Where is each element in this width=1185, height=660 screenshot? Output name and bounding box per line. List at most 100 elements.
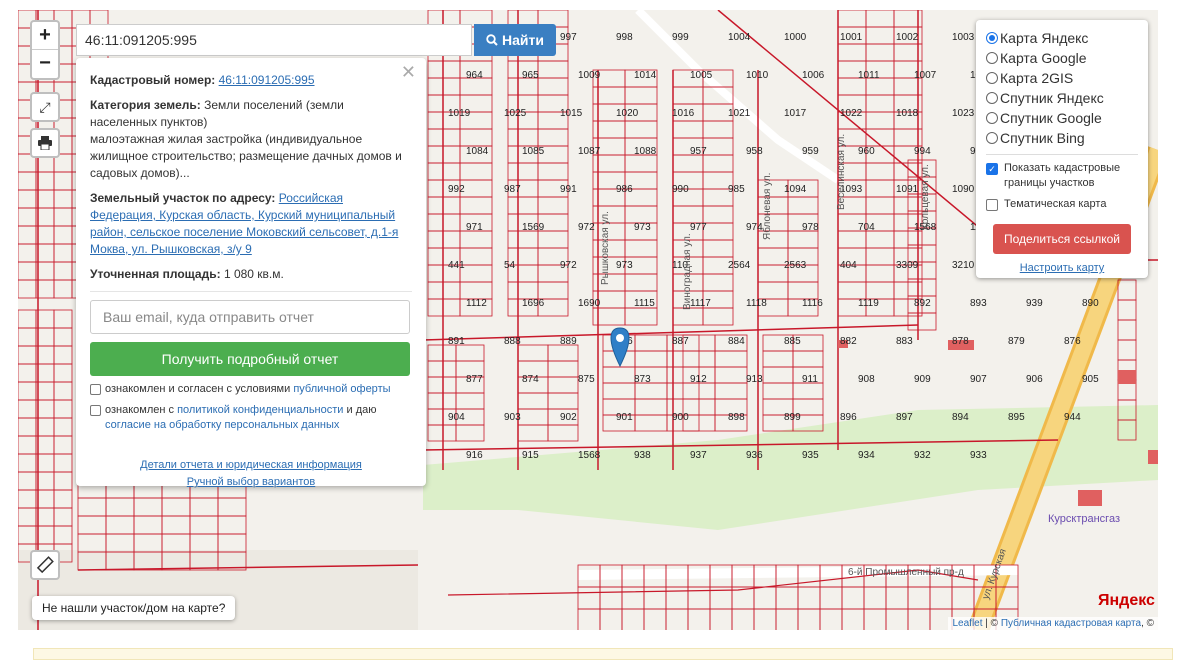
parcel-number: 1087	[578, 146, 601, 157]
parcel-number: 973	[634, 222, 651, 233]
parcel	[189, 497, 219, 517]
consent-link[interactable]: согласие на обработку персональных данны…	[105, 419, 339, 431]
parcel-number: 3309	[896, 260, 919, 271]
details-link[interactable]: Детали отчета и юридическая информация	[140, 459, 362, 471]
show-borders-label: Показать кадастровые границы участков	[1004, 162, 1121, 189]
parcel	[53, 243, 73, 263]
parcel	[455, 344, 485, 362]
thematic-option[interactable]: Тематическая карта	[986, 197, 1138, 212]
parcel	[53, 345, 73, 365]
basemap-option[interactable]: Карта Яндекс	[986, 28, 1138, 48]
parcel	[53, 507, 73, 527]
basemap-radio[interactable]	[986, 32, 998, 44]
street-name: Яблоневая ул.	[761, 173, 773, 240]
parcel-number: 1112	[466, 298, 487, 309]
not-found-button[interactable]: Не нашли участок/дом на карте?	[32, 596, 236, 620]
parcel-number: 896	[840, 412, 857, 423]
parcel	[599, 608, 623, 630]
zoom-out-button[interactable]: −	[32, 50, 58, 78]
basemap-radio[interactable]	[986, 92, 998, 104]
location-marker[interactable]	[610, 327, 630, 368]
parcel	[643, 586, 667, 610]
offer-checkbox[interactable]	[90, 384, 101, 395]
parcel	[599, 586, 623, 610]
parcel	[459, 247, 493, 266]
map-attribution: Leaflet | © Публичная кадастровая карта,…	[948, 617, 1158, 630]
measure-button[interactable]	[30, 550, 60, 580]
basemap-option[interactable]: Карта 2GIS	[986, 68, 1138, 88]
email-field[interactable]: Ваш email, куда отправить отчет	[90, 300, 410, 334]
basemap-option[interactable]: Спутник Google	[986, 108, 1138, 128]
basemap-radio[interactable]	[986, 132, 998, 144]
manual-select-link[interactable]: Ручной выбор вариантов	[187, 476, 315, 488]
close-icon[interactable]: ✕	[401, 63, 416, 81]
parcel	[865, 247, 895, 266]
share-link-button[interactable]: Поделиться ссылкой	[993, 224, 1131, 254]
print-button[interactable]	[30, 128, 60, 158]
parcel	[819, 586, 843, 610]
privacy-checkbox[interactable]	[90, 405, 101, 416]
parcel-number: 907	[970, 374, 987, 385]
print-icon	[38, 136, 52, 150]
basemap-radio[interactable]	[986, 112, 998, 124]
basemap-radio[interactable]	[986, 52, 998, 64]
search-button[interactable]: Найти	[474, 24, 556, 56]
parcel	[507, 281, 539, 300]
parcel	[865, 43, 895, 62]
cadastral-number-link[interactable]: 46:11:091205:995	[219, 73, 315, 87]
offer-text: ознакомлен и согласен с условиями	[105, 383, 291, 395]
privacy-link[interactable]: политикой конфиденциальности	[177, 404, 343, 416]
basemap-option[interactable]: Спутник Bing	[986, 128, 1138, 148]
parcel	[537, 281, 569, 300]
layer-switcher: Карта Яндекс Карта Google Карта 2GIS Спутни…	[976, 20, 1148, 278]
parcel-number: 1690	[578, 298, 601, 309]
fullscreen-button[interactable]: ⤢	[30, 92, 60, 122]
parcel-number: 965	[522, 70, 539, 81]
parcel	[53, 489, 73, 509]
parcel-number: 971	[466, 222, 483, 233]
cadastral-label: Кадастровый номер:	[90, 73, 216, 87]
parcel	[907, 608, 931, 630]
parcel	[507, 162, 539, 181]
cadastral-map-link[interactable]: Публичная кадастровая карта	[1001, 618, 1141, 629]
parcel	[787, 281, 819, 300]
parcel-number: 998	[616, 32, 633, 43]
parcel-number: 441	[448, 260, 465, 271]
parcel	[634, 398, 668, 416]
parcel-number: 3210	[952, 260, 975, 271]
parcel	[1117, 339, 1137, 361]
parcel-number: 1019	[448, 108, 471, 119]
parcel-number: 1006	[802, 70, 825, 81]
parcel	[714, 382, 748, 400]
parcel	[517, 424, 549, 442]
basemap-option[interactable]: Спутник Яндекс	[986, 88, 1138, 108]
parcel	[621, 608, 645, 630]
parcel	[18, 327, 37, 347]
parcel-number: 1007	[914, 70, 937, 81]
offer-link[interactable]: публичной оферты	[293, 383, 390, 395]
parcel-number: 905	[1082, 374, 1099, 385]
parcel	[427, 128, 461, 147]
setup-map-link[interactable]: Настроить карту	[1020, 262, 1105, 274]
parcel	[507, 230, 539, 249]
parcel	[929, 586, 953, 610]
parcel	[537, 230, 569, 249]
parcel-number: 889	[560, 336, 577, 347]
search-input[interactable]: 46:11:091205:995	[76, 24, 472, 56]
area-value: 1 080 кв.м.	[223, 267, 284, 281]
basemap-option[interactable]: Карта Google	[986, 48, 1138, 68]
map-canvas[interactable]: 9959969979989991004100010011002100396296…	[18, 10, 1158, 630]
parcel	[53, 399, 73, 419]
parcel	[547, 376, 579, 394]
zoom-in-button[interactable]: +	[32, 22, 58, 50]
parcel	[53, 525, 73, 545]
parcel-number: 903	[504, 412, 521, 423]
show-borders-checkbox[interactable]: ✓	[986, 163, 998, 175]
basemap-radio[interactable]	[986, 72, 998, 84]
parcel	[841, 586, 865, 610]
leaflet-link[interactable]: Leaflet	[952, 618, 982, 629]
get-report-button[interactable]: Получить подробный отчет	[90, 342, 410, 376]
parcel-number: 404	[840, 260, 857, 271]
thematic-checkbox[interactable]	[986, 199, 998, 211]
show-borders-option[interactable]: ✓ Показать кадастровые границы участков	[986, 161, 1138, 191]
